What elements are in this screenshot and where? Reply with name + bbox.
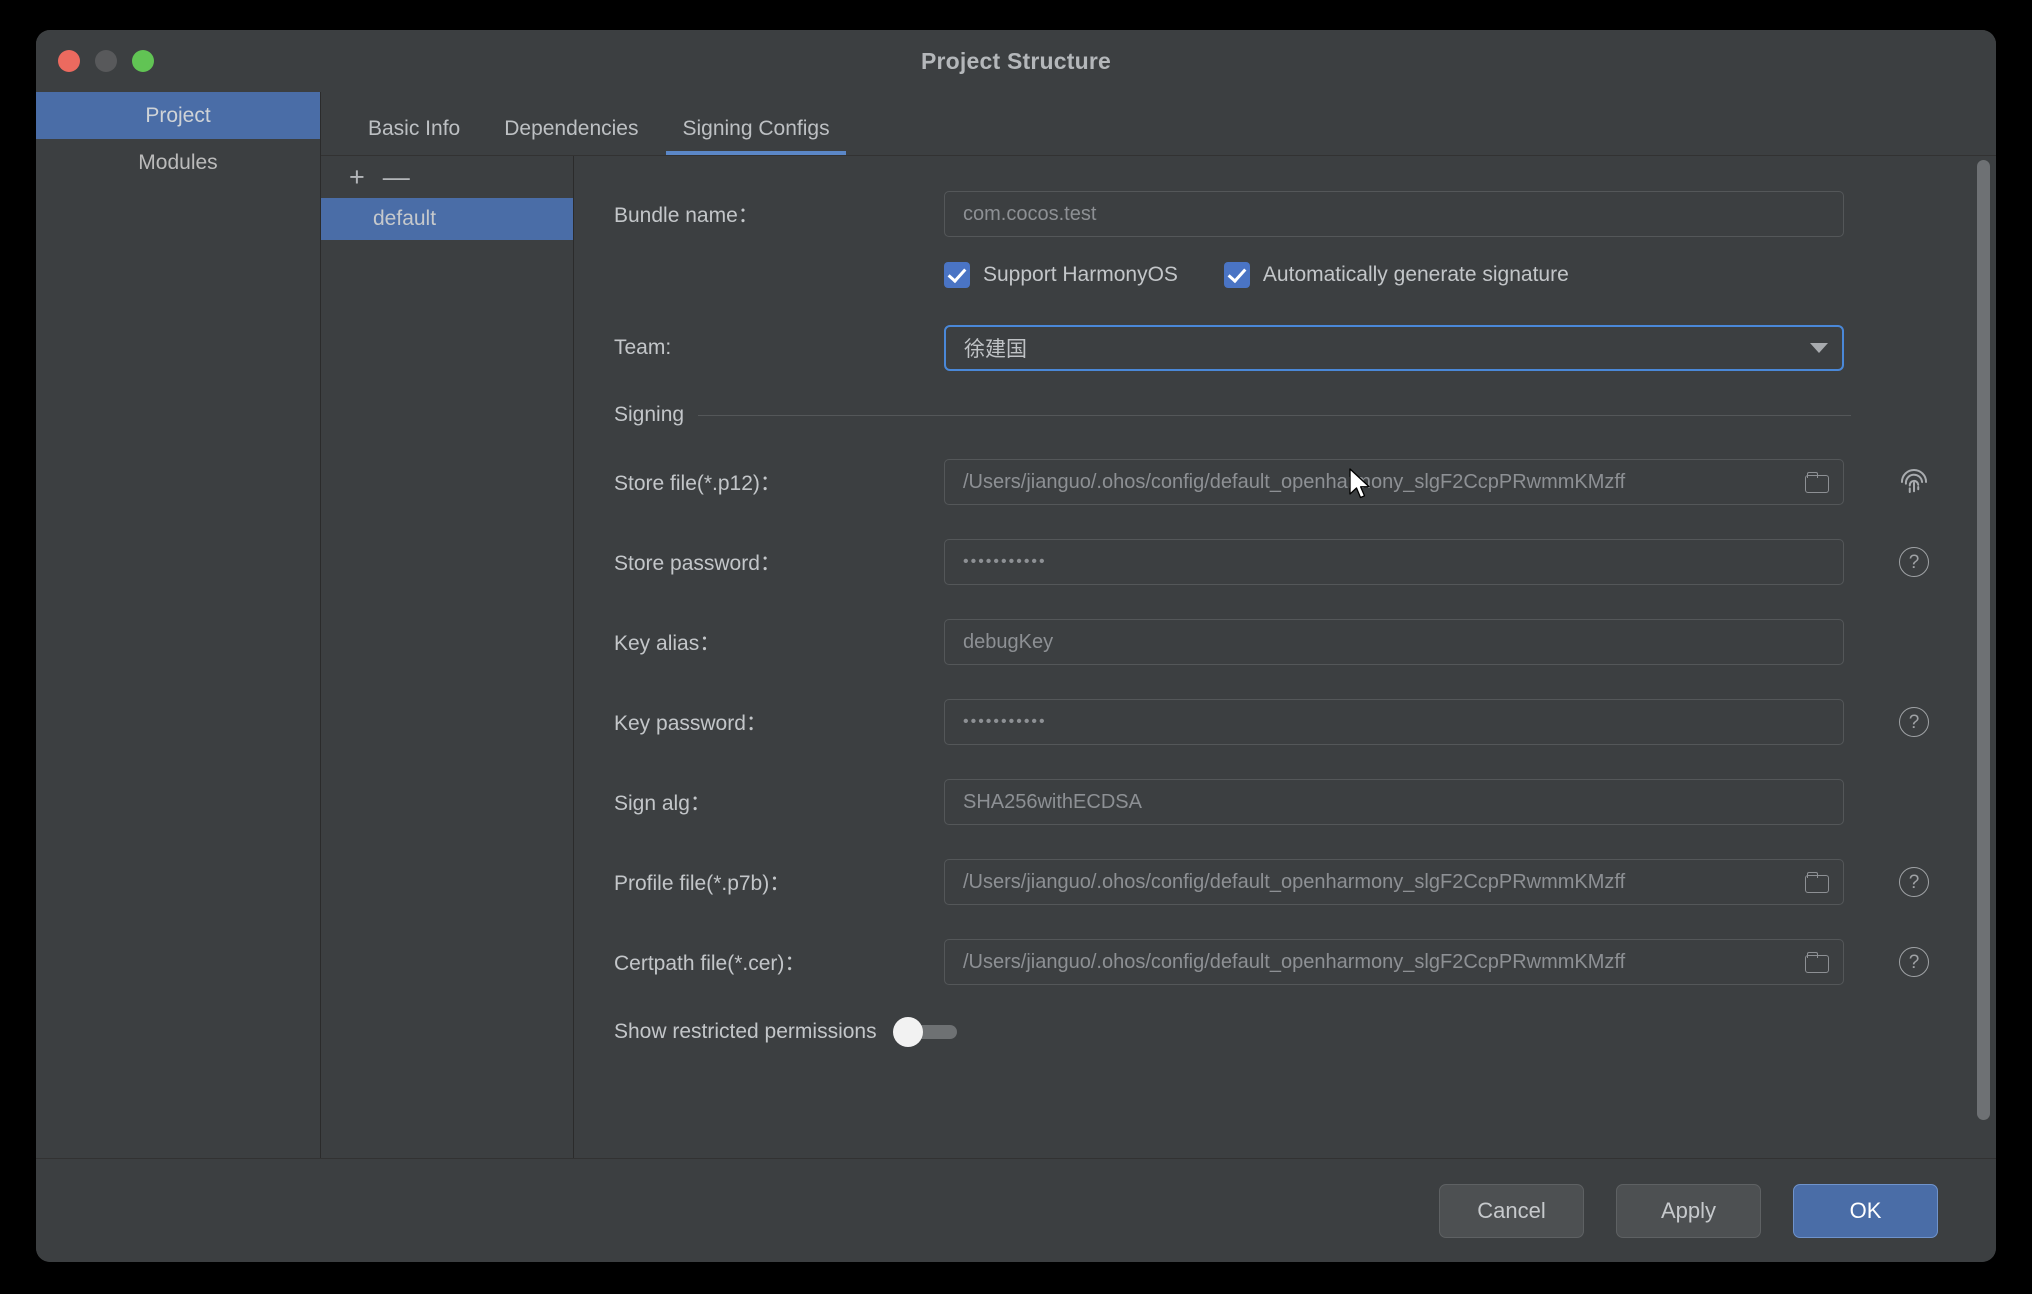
store-password-row: Store password： ••••••••••• ? [574, 522, 1996, 602]
vertical-scrollbar[interactable] [1977, 160, 1990, 1120]
store-file-field[interactable]: /Users/jianguo/.ohos/config/default_open… [944, 459, 1844, 505]
checkbox-checked-icon[interactable] [944, 262, 970, 288]
key-password-label: Key password： [614, 712, 767, 735]
help-glyph: ? [1899, 707, 1929, 737]
bundle-name-row: Bundle name： com.cocos.test [574, 186, 1996, 242]
signing-form: Bundle name： com.cocos.test Support Harm… [574, 156, 1996, 1158]
help-icon[interactable]: ? [1894, 942, 1934, 982]
bundle-name-value: com.cocos.test [963, 202, 1097, 225]
signature-options-row: Support HarmonyOS Automatically generate… [574, 242, 1996, 308]
fingerprint-icon[interactable] [1894, 462, 1934, 502]
profile-file-field[interactable]: /Users/jianguo/.ohos/config/default_open… [944, 859, 1844, 905]
team-label: Team: [614, 336, 672, 359]
tab-label: Dependencies [504, 117, 639, 140]
main-pane: Basic Info Dependencies Signing Configs [321, 92, 1996, 1158]
tab-dependencies[interactable]: Dependencies [482, 117, 660, 155]
certpath-file-row: Certpath file(*.cer)： /Users/jianguo/.oh… [574, 922, 1996, 1002]
certpath-file-label: Certpath file(*.cer)： [614, 952, 806, 975]
sign-alg-field[interactable]: SHA256withECDSA [944, 779, 1844, 825]
signing-form-scroll-area: Bundle name： com.cocos.test Support Harm… [574, 156, 1996, 1158]
show-restricted-permissions-label: Show restricted permissions [614, 1020, 877, 1043]
key-password-field[interactable]: ••••••••••• [944, 699, 1844, 745]
folder-icon[interactable] [1805, 472, 1829, 493]
store-file-value: /Users/jianguo/.ohos/config/default_open… [963, 470, 1626, 493]
sidebar-item-label: Project [145, 103, 211, 127]
key-password-value: ••••••••••• [963, 713, 1047, 730]
add-config-button[interactable]: + [349, 163, 365, 191]
team-dropdown[interactable]: 徐建国 [944, 325, 1844, 371]
chevron-down-icon[interactable] [1810, 343, 1828, 353]
checkbox-support-harmonyos[interactable]: Support HarmonyOS [944, 262, 1178, 288]
sidebar-item-modules[interactable]: Modules [36, 139, 320, 186]
list-item-label: default [373, 207, 437, 230]
project-structure-dialog: Project Structure Project Modules Basic … [36, 30, 1996, 1262]
sign-alg-label: Sign alg： [614, 792, 711, 815]
help-icon[interactable]: ? [1894, 542, 1934, 582]
profile-file-value: /Users/jianguo/.ohos/config/default_open… [963, 870, 1626, 893]
window-title: Project Structure [920, 47, 1111, 74]
key-alias-row: Key alias： debugKey [574, 602, 1996, 682]
bundle-name-label: Bundle name： [614, 204, 759, 227]
checkbox-label: Support HarmonyOS [983, 263, 1178, 286]
tab-basic-info[interactable]: Basic Info [346, 117, 482, 155]
signing-group-header: Signing [574, 388, 1996, 442]
sign-alg-row: Sign alg： SHA256withECDSA [574, 762, 1996, 842]
profile-file-label: Profile file(*.p7b)： [614, 872, 791, 895]
sidebar: Project Modules [36, 92, 321, 1158]
dialog-body: Project Modules Basic Info Dependencies … [36, 92, 1996, 1158]
apply-button[interactable]: Apply [1616, 1183, 1761, 1238]
team-value: 徐建国 [964, 338, 1027, 361]
title-bar: Project Structure [36, 30, 1996, 92]
sign-alg-value: SHA256withECDSA [963, 790, 1142, 813]
signing-group-title: Signing [614, 403, 685, 426]
tab-signing-configs[interactable]: Signing Configs [660, 117, 851, 155]
key-alias-value: debugKey [963, 630, 1054, 653]
help-glyph: ? [1899, 547, 1929, 577]
remove-config-button[interactable]: — [383, 163, 410, 191]
store-password-label: Store password： [614, 552, 781, 575]
help-glyph: ? [1899, 867, 1929, 897]
cancel-button[interactable]: Cancel [1439, 1183, 1584, 1238]
folder-icon[interactable] [1805, 872, 1829, 893]
content-row: + — default Bundle name： com.cocos.test … [321, 156, 1996, 1158]
show-restricted-permissions-toggle[interactable] [892, 1017, 957, 1047]
bundle-name-field[interactable]: com.cocos.test [944, 191, 1844, 237]
tab-underline [666, 151, 846, 155]
tab-label: Signing Configs [682, 117, 830, 140]
store-file-label: Store file(*.p12)： [614, 472, 781, 495]
tab-label: Basic Info [368, 117, 461, 140]
key-alias-field[interactable]: debugKey [944, 619, 1844, 665]
checkbox-auto-generate-signature[interactable]: Automatically generate signature [1223, 262, 1569, 288]
folder-icon[interactable] [1805, 952, 1829, 973]
toggle-knob [892, 1017, 923, 1047]
config-list-toolbar: + — [321, 156, 573, 198]
key-password-row: Key password： ••••••••••• ? [574, 682, 1996, 762]
help-icon[interactable]: ? [1894, 862, 1934, 902]
certpath-file-value: /Users/jianguo/.ohos/config/default_open… [963, 950, 1626, 973]
checkbox-label: Automatically generate signature [1262, 263, 1569, 286]
ok-button[interactable]: OK [1793, 1183, 1938, 1238]
group-divider [698, 414, 1851, 416]
list-item[interactable]: default [321, 198, 573, 240]
checkbox-checked-icon[interactable] [1223, 262, 1250, 288]
show-restricted-permissions-row: Show restricted permissions [574, 1002, 1996, 1062]
tab-bar: Basic Info Dependencies Signing Configs [321, 92, 1996, 156]
certpath-file-field[interactable]: /Users/jianguo/.ohos/config/default_open… [944, 939, 1844, 985]
store-password-value: ••••••••••• [963, 553, 1047, 570]
sidebar-item-project[interactable]: Project [36, 92, 320, 139]
sidebar-item-label: Modules [138, 150, 218, 174]
signing-config-list: + — default [321, 156, 574, 1158]
team-row: Team: 徐建国 [574, 308, 1996, 388]
profile-file-row: Profile file(*.p7b)： /Users/jianguo/.oho… [574, 842, 1996, 922]
dialog-footer: Cancel Apply OK [36, 1158, 1996, 1262]
store-file-row: Store file(*.p12)： /Users/jianguo/.ohos/… [574, 442, 1996, 522]
key-alias-label: Key alias： [614, 632, 721, 655]
help-icon[interactable]: ? [1894, 702, 1934, 742]
store-password-field[interactable]: ••••••••••• [944, 539, 1844, 585]
help-glyph: ? [1899, 947, 1929, 977]
